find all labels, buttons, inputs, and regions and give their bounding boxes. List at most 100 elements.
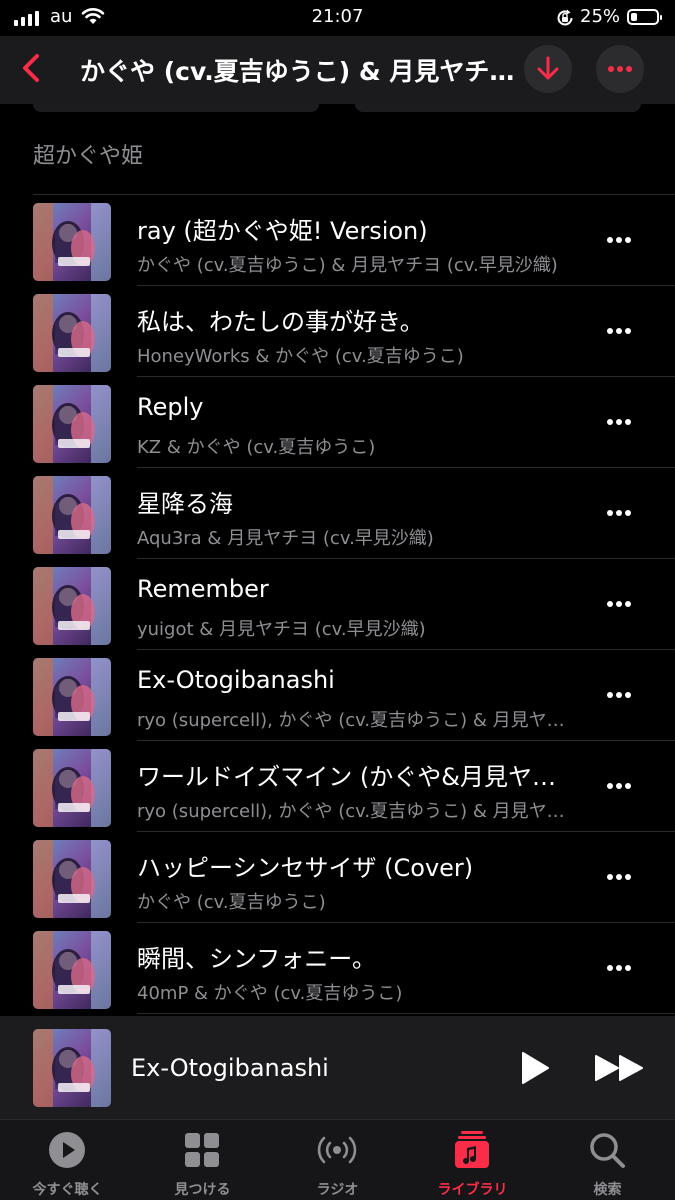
music-app-screen: au 21:07 25% かぐや (cv.夏吉ゆうこ) & 月見ヤチヨ 超かぐや…	[0, 0, 675, 1200]
ellipsis-icon	[607, 601, 631, 607]
album-artwork-icon	[33, 294, 111, 372]
tab-listen-now[interactable]: 今すぐ聴く	[0, 1120, 135, 1200]
album-artwork	[33, 658, 111, 736]
download-button[interactable]	[524, 45, 572, 93]
tab-label: 今すぐ聴く	[32, 1182, 103, 1198]
rotation-lock-icon	[555, 8, 575, 32]
track-row[interactable]: 瞬間、シンフォニー。 40mP & かぐや (cv.夏吉ゆうこ)	[0, 923, 675, 1014]
tab-label: 見つける	[174, 1182, 231, 1198]
more-options-button[interactable]	[596, 45, 644, 93]
ellipsis-icon	[607, 419, 631, 425]
album-card-right-edge	[355, 104, 641, 112]
album-artwork-icon	[33, 567, 111, 645]
album-artwork-icon	[33, 385, 111, 463]
battery-icon	[627, 9, 662, 25]
album-artwork	[33, 931, 111, 1009]
tab-library[interactable]: ライブラリ	[405, 1120, 540, 1200]
track-more-button[interactable]	[596, 498, 642, 528]
track-title: 瞬間、シンフォニー。	[137, 945, 377, 973]
track-artist: KZ & かぐや (cv.夏吉ゆうこ)	[137, 437, 376, 458]
tab-radio[interactable]: ラジオ	[270, 1120, 405, 1200]
track-more-button[interactable]	[596, 316, 642, 346]
album-artwork-icon	[33, 931, 111, 1009]
track-title: Remember	[137, 575, 269, 603]
track-row[interactable]: ray (超かぐや姫! Version) かぐや (cv.夏吉ゆうこ) & 月見ヤ…	[0, 195, 675, 286]
album-artwork	[33, 385, 111, 463]
track-title: ray (超かぐや姫! Version)	[137, 217, 428, 245]
tab-browse[interactable]: 見つける	[135, 1120, 270, 1200]
fast-forward-button[interactable]	[590, 1046, 650, 1090]
ellipsis-icon	[607, 328, 631, 334]
track-more-button[interactable]	[596, 862, 642, 892]
track-more-button[interactable]	[596, 771, 642, 801]
track-title: Ex-Otogibanashi	[137, 666, 335, 694]
divider	[137, 1013, 675, 1014]
now-playing-artwork	[33, 1029, 111, 1107]
album-artwork	[33, 203, 111, 281]
album-artwork	[33, 840, 111, 918]
battery-percent: 25%	[580, 6, 621, 27]
chevron-left-icon	[23, 54, 39, 82]
navigation-bar: かぐや (cv.夏吉ゆうこ) & 月見ヤチヨ (cv.早見沙織)	[0, 36, 675, 104]
ellipsis-icon	[607, 692, 631, 698]
battery-level	[631, 13, 637, 21]
track-more-button[interactable]	[596, 680, 642, 710]
album-card-left-edge	[33, 104, 319, 112]
track-title: Reply	[137, 393, 204, 421]
track-artist: ryo (supercell), かぐや (cv.夏吉ゆうこ) & 月見ヤチヨ	[137, 710, 577, 731]
tab-label: 検索	[593, 1182, 622, 1198]
grid-icon	[185, 1133, 219, 1167]
music-library-icon	[455, 1131, 489, 1168]
mini-player[interactable]: Ex-Otogibanashi	[0, 1016, 675, 1119]
download-arrow-icon	[537, 56, 559, 80]
track-artist: ryo (supercell), かぐや (cv.夏吉ゆうこ) & 月見ヤチヨ	[137, 801, 577, 822]
track-row[interactable]: Remember yuigot & 月見ヤチヨ (cv.早見沙織)	[0, 559, 675, 650]
track-more-button[interactable]	[596, 407, 642, 437]
album-artwork-icon	[33, 203, 111, 281]
ellipsis-icon	[607, 965, 631, 971]
album-artwork	[33, 749, 111, 827]
track-more-button[interactable]	[596, 225, 642, 255]
track-row[interactable]: ワールドイズマイン (かぐや&月見ヤチヨ) ryo (supercell), かぐ…	[0, 741, 675, 832]
play-icon	[522, 1052, 549, 1084]
track-row[interactable]: 私は、わたしの事が好き。 HoneyWorks & かぐや (cv.夏吉ゆうこ)	[0, 286, 675, 377]
track-artist: yuigot & 月見ヤチヨ (cv.早見沙織)	[137, 619, 426, 640]
track-row[interactable]: Ex-Otogibanashi ryo (supercell), かぐや (cv.…	[0, 650, 675, 741]
tab-bar: 今すぐ聴く 見つける ラジオ ライブラリ 検索	[0, 1119, 675, 1200]
track-artist: 40mP & かぐや (cv.夏吉ゆうこ)	[137, 983, 403, 1004]
track-list: ray (超かぐや姫! Version) かぐや (cv.夏吉ゆうこ) & 月見ヤ…	[0, 195, 675, 1014]
back-button[interactable]	[14, 50, 50, 86]
track-artist: かぐや (cv.夏吉ゆうこ)	[137, 892, 326, 913]
track-artist: HoneyWorks & かぐや (cv.夏吉ゆうこ)	[137, 346, 464, 367]
ellipsis-icon	[607, 510, 631, 516]
tab-label: ラジオ	[316, 1182, 359, 1198]
ellipsis-icon	[608, 66, 632, 72]
track-more-button[interactable]	[596, 589, 642, 619]
track-title: ハッピーシンセサイザ (Cover)	[137, 854, 474, 882]
track-title: ワールドイズマイン (かぐや&月見ヤチヨ)	[137, 763, 577, 791]
ellipsis-icon	[607, 874, 631, 880]
play-button[interactable]	[512, 1046, 556, 1090]
track-artist: Aqu3ra & 月見ヤチヨ (cv.早見沙織)	[137, 528, 434, 549]
track-row[interactable]: 星降る海 Aqu3ra & 月見ヤチヨ (cv.早見沙織)	[0, 468, 675, 559]
tab-label: ライブラリ	[437, 1182, 508, 1198]
section-title: 超かぐや姫	[33, 144, 144, 169]
album-artwork-icon	[33, 658, 111, 736]
album-artwork-icon	[33, 840, 111, 918]
fast-forward-icon	[595, 1055, 643, 1081]
search-icon	[590, 1133, 625, 1168]
album-artwork-icon	[33, 749, 111, 827]
track-row[interactable]: ハッピーシンセサイザ (Cover) かぐや (cv.夏吉ゆうこ)	[0, 832, 675, 923]
status-bar: au 21:07 25%	[0, 0, 675, 36]
tab-search[interactable]: 検索	[540, 1120, 675, 1200]
album-artwork	[33, 294, 111, 372]
radio-broadcast-icon	[317, 1136, 357, 1164]
track-more-button[interactable]	[596, 953, 642, 983]
ellipsis-icon	[607, 783, 631, 789]
track-row[interactable]: Reply KZ & かぐや (cv.夏吉ゆうこ)	[0, 377, 675, 468]
album-artwork-icon	[33, 1029, 111, 1107]
track-title: 星降る海	[137, 490, 233, 518]
track-artist: かぐや (cv.夏吉ゆうこ) & 月見ヤチヨ (cv.早見沙織)	[137, 255, 558, 276]
play-circle-icon	[49, 1132, 85, 1168]
album-artwork-icon	[33, 476, 111, 554]
